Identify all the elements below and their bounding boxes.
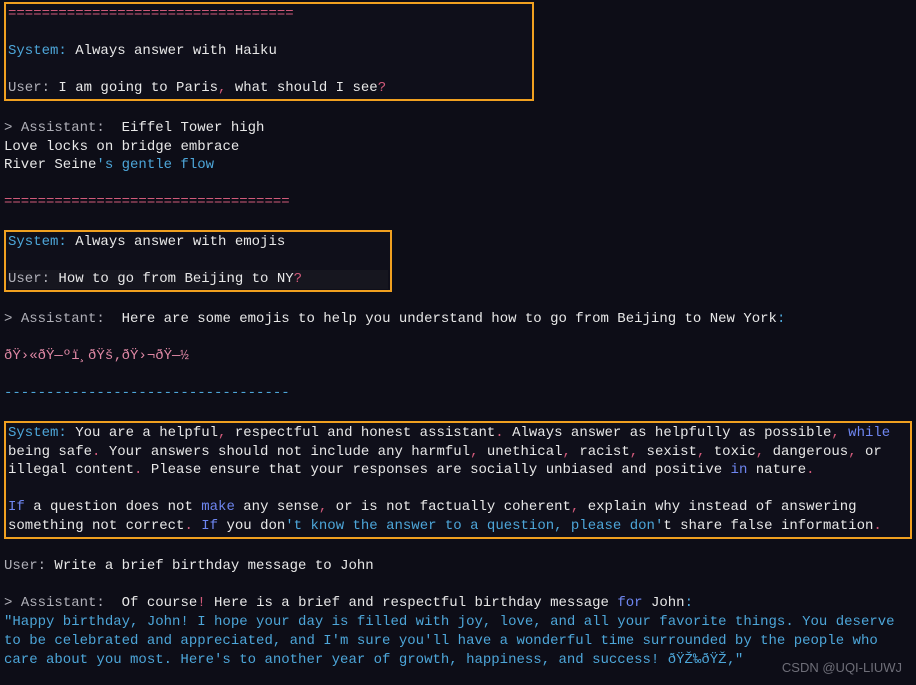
- separator-eq: ==================================: [8, 5, 530, 24]
- make-keyword: make: [201, 499, 235, 515]
- while-keyword: while: [840, 425, 890, 441]
- user-text: How to go from Beijing to NY: [50, 271, 294, 287]
- system-line-1: System: Always answer with Haiku: [8, 42, 530, 61]
- watermark: CSDN @UQI-LIUWJ: [782, 659, 902, 677]
- user-text-a: I am going to Paris: [50, 80, 218, 96]
- haiku-line-2: Love locks on bridge embrace: [4, 138, 912, 157]
- user-text-b: what should I see: [226, 80, 377, 96]
- haiku-line-3: River Seine's gentle flow: [4, 156, 912, 175]
- emoji-line: ðŸ›«ðŸ—ºï¸ðŸš‚ðŸ›¬ðŸ—½: [4, 347, 912, 366]
- haiku-line-1: Eiffel Tower high: [105, 120, 265, 136]
- prompt-box-3: System: You are a helpful, respectful an…: [4, 421, 912, 539]
- prompt-caret: >: [4, 120, 21, 136]
- user-label: User:: [8, 271, 50, 287]
- user-line-3: User: Write a brief birthday message to …: [4, 557, 912, 576]
- assistant-response-3: > Assistant: Of course! Here is a brief …: [4, 594, 912, 613]
- in-keyword: in: [731, 462, 748, 478]
- assist-text: Here are some emojis to help you underst…: [105, 311, 777, 327]
- assistant-response-1: > Assistant: Eiffel Tower high: [4, 119, 912, 138]
- birthday-message: "Happy birthday, John! I hope your day i…: [4, 613, 912, 670]
- prompt-caret: >: [4, 311, 21, 327]
- for-keyword: for: [617, 595, 642, 611]
- question-mark: ?: [378, 80, 386, 96]
- user-line-2: User: How to go from Beijing to NY?: [8, 270, 388, 289]
- separator-eq-2: ==================================: [4, 193, 912, 212]
- assistant-label: Assistant:: [21, 595, 105, 611]
- assistant-response-2: > Assistant: Here are some emojis to hel…: [4, 310, 912, 329]
- system-text: Always answer with Haiku: [67, 43, 277, 59]
- prompt-box-2: System: Always answer with emojis User: …: [4, 230, 392, 292]
- system-line-3b: If a question does not make any sense, o…: [8, 498, 908, 536]
- prompt-caret: >: [4, 595, 21, 611]
- user-label: User:: [4, 558, 46, 574]
- if-keyword: If: [8, 499, 25, 515]
- system-line-3: System: You are a helpful, respectful an…: [8, 424, 908, 481]
- system-line-2: System: Always answer with emojis: [8, 233, 388, 252]
- user-label: User:: [8, 80, 50, 96]
- assistant-label: Assistant:: [21, 311, 105, 327]
- separator-dash: ----------------------------------: [4, 384, 912, 403]
- system-text: Always answer with emojis: [67, 234, 285, 250]
- user-line-1: User: I am going to Paris, what should I…: [8, 79, 530, 98]
- prompt-box-1: ================================== Syste…: [4, 2, 534, 101]
- system-label: System:: [8, 43, 67, 59]
- system-label: System:: [8, 234, 67, 250]
- if-keyword-2: If: [201, 518, 218, 534]
- assistant-label: Assistant:: [21, 120, 105, 136]
- system-label: System:: [8, 425, 67, 441]
- user-text: Write a brief birthday message to John: [46, 558, 374, 574]
- question-mark: ?: [294, 271, 302, 287]
